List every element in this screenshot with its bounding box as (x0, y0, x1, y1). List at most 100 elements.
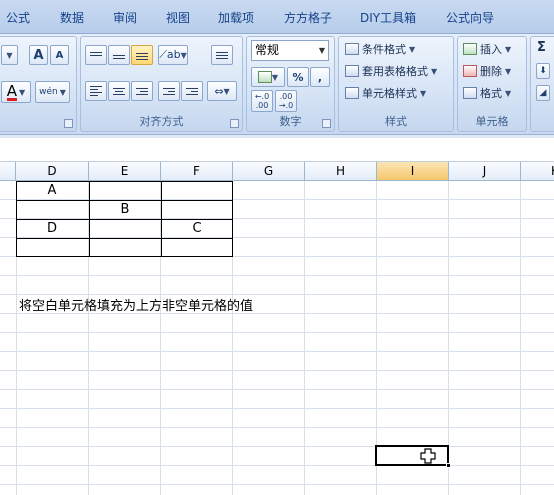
cell-styles-label: 单元格样式 (362, 87, 417, 100)
column-header-k[interactable]: K (521, 162, 554, 181)
shrink-font-label: A (55, 49, 64, 61)
font-size-dropdown[interactable]: ▼ (1, 45, 18, 65)
alignment-group-label: 对齐方式 (139, 115, 184, 128)
styles-group-label: 样式 (385, 115, 407, 128)
increase-decimal-button[interactable]: ←.0 .00 (251, 90, 273, 112)
instruction-note[interactable]: 将空白单元格填充为上方非空单元格的值 (19, 295, 253, 314)
cell-styles-icon (345, 87, 359, 99)
cell-d1[interactable]: A (16, 181, 88, 200)
conditional-formatting-icon (345, 43, 359, 55)
formula-bar[interactable] (0, 135, 554, 162)
autosum-button[interactable]: Σ (537, 40, 546, 55)
shrink-font-button[interactable]: A (50, 45, 69, 65)
fill-handle[interactable] (446, 463, 451, 468)
format-cells-label: 格式 (480, 87, 502, 100)
column-header-f[interactable]: F (161, 162, 233, 181)
delete-cells-button[interactable]: 删除 ▼ (463, 63, 511, 79)
tab-diy-toolbox[interactable]: DIY工具箱 (360, 9, 416, 26)
format-as-table-label: 套用表格格式 (362, 65, 428, 78)
column-header-j[interactable]: J (449, 162, 521, 181)
conditional-formatting-button[interactable]: 条件格式 ▼ (345, 41, 415, 57)
ribbon: ▼ A A A ▼ wén ▼ ⟋ab ▼ ⇔ ▼ 对齐方式 常规 ▼ ▼ % … (0, 34, 554, 135)
center-icon (113, 87, 125, 95)
decrease-indent-icon (163, 87, 175, 95)
eraser-icon: ◢ (539, 88, 547, 98)
bottom-align-button[interactable] (131, 45, 153, 65)
tab-view[interactable]: 视图 (166, 9, 190, 26)
merge-center-icon: ⇔ (214, 84, 224, 98)
delete-cells-label: 删除 (480, 65, 502, 78)
number-group: 常规 ▼ ▼ % , ←.0 .00 .00 →.0 数字 (246, 36, 335, 132)
tab-data[interactable]: 数据 (60, 9, 84, 26)
grow-font-button[interactable]: A (29, 45, 48, 65)
decrease-decimal-button[interactable]: .00 →.0 (275, 90, 297, 112)
font-group: ▼ A A A ▼ wén ▼ (0, 36, 77, 132)
column-header-h[interactable]: H (305, 162, 377, 181)
font-color-letter: A (6, 81, 18, 101)
orientation-button[interactable]: ⟋ab ▼ (158, 45, 188, 65)
excel-window: 公式 数据 审阅 视图 加载项 方方格子 DIY工具箱 公式向导 ▼ A A A… (0, 0, 554, 495)
tab-addins[interactable]: 加载项 (218, 9, 254, 26)
cell-select-cursor-icon (420, 448, 436, 464)
orientation-icon: ⟋ab (159, 48, 181, 61)
format-cells-button[interactable]: 格式 ▼ (463, 85, 511, 101)
column-header-i[interactable]: I (377, 162, 449, 181)
format-cells-icon (463, 87, 477, 99)
number-dialog-launcher[interactable] (322, 119, 331, 128)
column-header-e[interactable]: E (89, 162, 161, 181)
decrease-decimal-icon: .00 →.0 (278, 92, 294, 110)
top-align-icon (90, 51, 102, 59)
accounting-format-button[interactable]: ▼ (251, 67, 285, 87)
decrease-indent-button[interactable] (158, 81, 180, 101)
comma-style-button[interactable]: , (310, 67, 330, 87)
cell-d3[interactable]: D (16, 219, 88, 238)
font-color-button[interactable]: A ▼ (1, 81, 31, 103)
tab-review[interactable]: 审阅 (113, 9, 137, 26)
tab-formula-wizard[interactable]: 公式向导 (446, 9, 494, 26)
cells-group: 插入 ▼ 删除 ▼ 格式 ▼ 单元格 (457, 36, 527, 132)
grow-font-label: A (33, 47, 44, 63)
fill-button[interactable]: ⬇ (536, 63, 550, 79)
number-format-dropdown[interactable]: 常规 ▼ (251, 40, 329, 61)
wrap-text-icon (216, 51, 228, 59)
cells-group-label: 单元格 (475, 115, 509, 128)
merge-center-button[interactable]: ⇔ ▼ (207, 81, 237, 101)
column-header-d[interactable]: D (16, 162, 89, 181)
middle-align-icon (113, 52, 125, 59)
phonetic-guide-button[interactable]: wén ▼ (35, 81, 70, 103)
tab-fangfang-gezi[interactable]: 方方格子 (284, 9, 332, 26)
currency-icon (257, 71, 272, 83)
middle-align-button[interactable] (108, 45, 130, 65)
delete-cells-icon (463, 65, 477, 77)
align-left-button[interactable] (85, 81, 107, 101)
alignment-dialog-launcher[interactable] (230, 119, 239, 128)
tab-formulas[interactable]: 公式 (6, 9, 30, 26)
percent-style-button[interactable]: % (287, 67, 309, 87)
wrap-text-button[interactable] (211, 45, 233, 65)
top-align-button[interactable] (85, 45, 107, 65)
chevron-down-icon: ▼ (318, 46, 325, 55)
conditional-formatting-label: 条件格式 (362, 43, 406, 56)
column-header-g[interactable]: G (233, 162, 305, 181)
number-format-value: 常规 (255, 43, 280, 57)
insert-cells-button[interactable]: 插入 ▼ (463, 41, 511, 57)
align-right-button[interactable] (131, 81, 153, 101)
increase-indent-button[interactable] (181, 81, 203, 101)
fill-down-icon: ⬇ (539, 66, 547, 76)
cell-f3[interactable]: C (161, 219, 233, 238)
format-as-table-button[interactable]: 套用表格格式 ▼ (345, 63, 437, 79)
align-left-icon (90, 86, 102, 96)
center-button[interactable] (108, 81, 130, 101)
comma-label: , (317, 70, 323, 84)
clear-button[interactable]: ◢ (536, 85, 550, 101)
styles-group: 条件格式 ▼ 套用表格格式 ▼ 单元格样式 ▼ 样式 (338, 36, 454, 132)
number-group-label: 数字 (279, 115, 302, 128)
increase-decimal-icon: ←.0 .00 (254, 92, 270, 110)
phonetic-label: wén (39, 87, 58, 97)
font-dialog-launcher[interactable] (64, 119, 73, 128)
editing-group: Σ ⬇ ◢ (530, 36, 554, 132)
active-cell[interactable] (375, 445, 449, 466)
cell-e2[interactable]: B (89, 200, 161, 219)
cell-styles-button[interactable]: 单元格样式 ▼ (345, 85, 426, 101)
table-col-divider (89, 182, 90, 256)
